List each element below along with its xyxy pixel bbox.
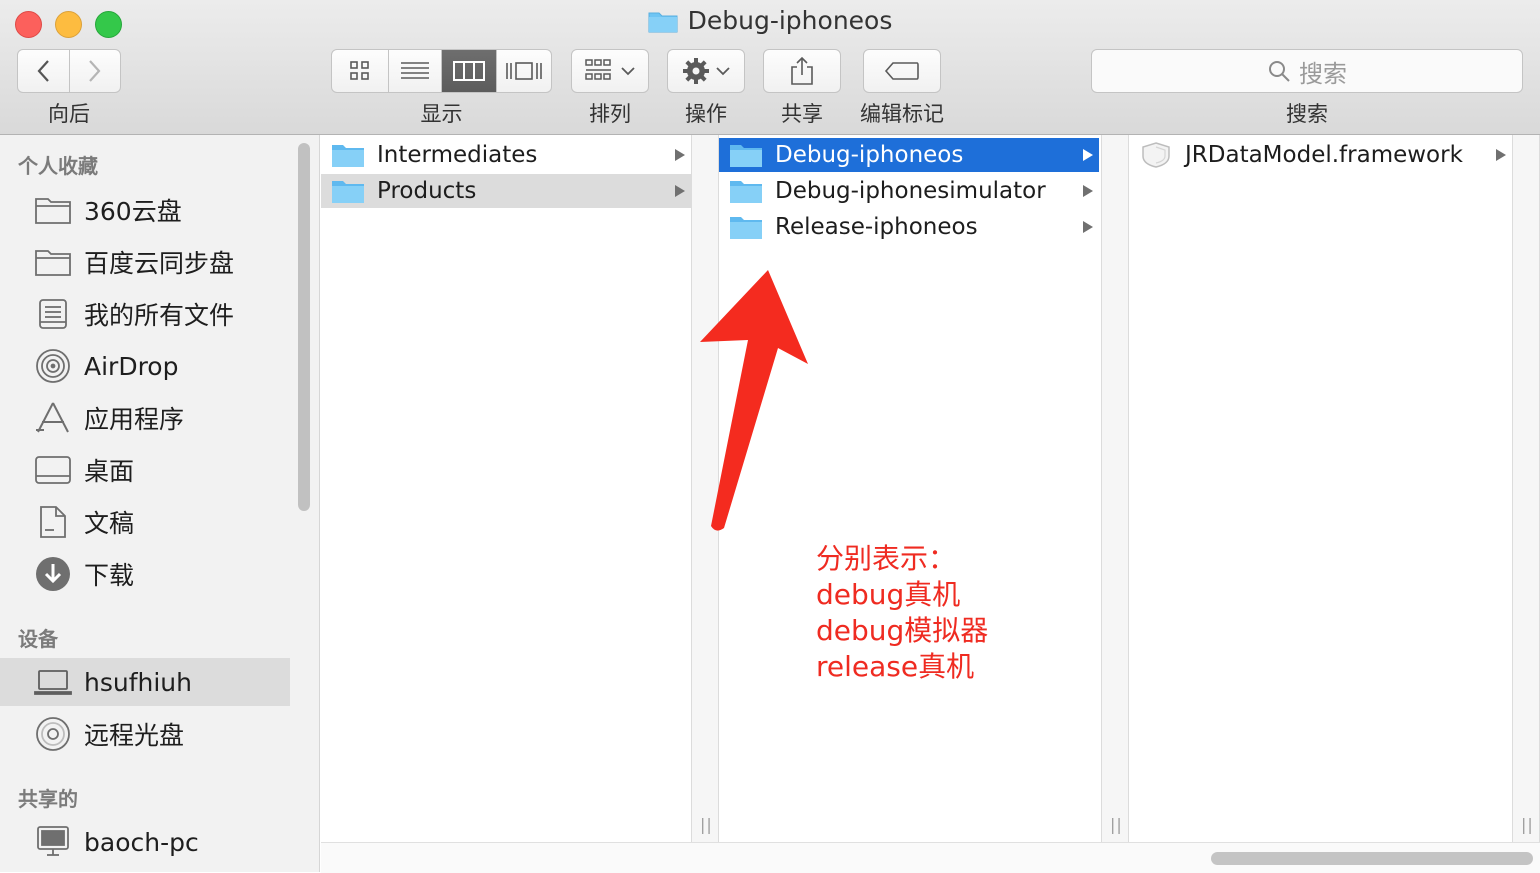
annotation-text: 分别表示： debug真机 debug模拟器 release真机: [816, 542, 989, 683]
annotation-arrow-icon: [700, 270, 808, 531]
